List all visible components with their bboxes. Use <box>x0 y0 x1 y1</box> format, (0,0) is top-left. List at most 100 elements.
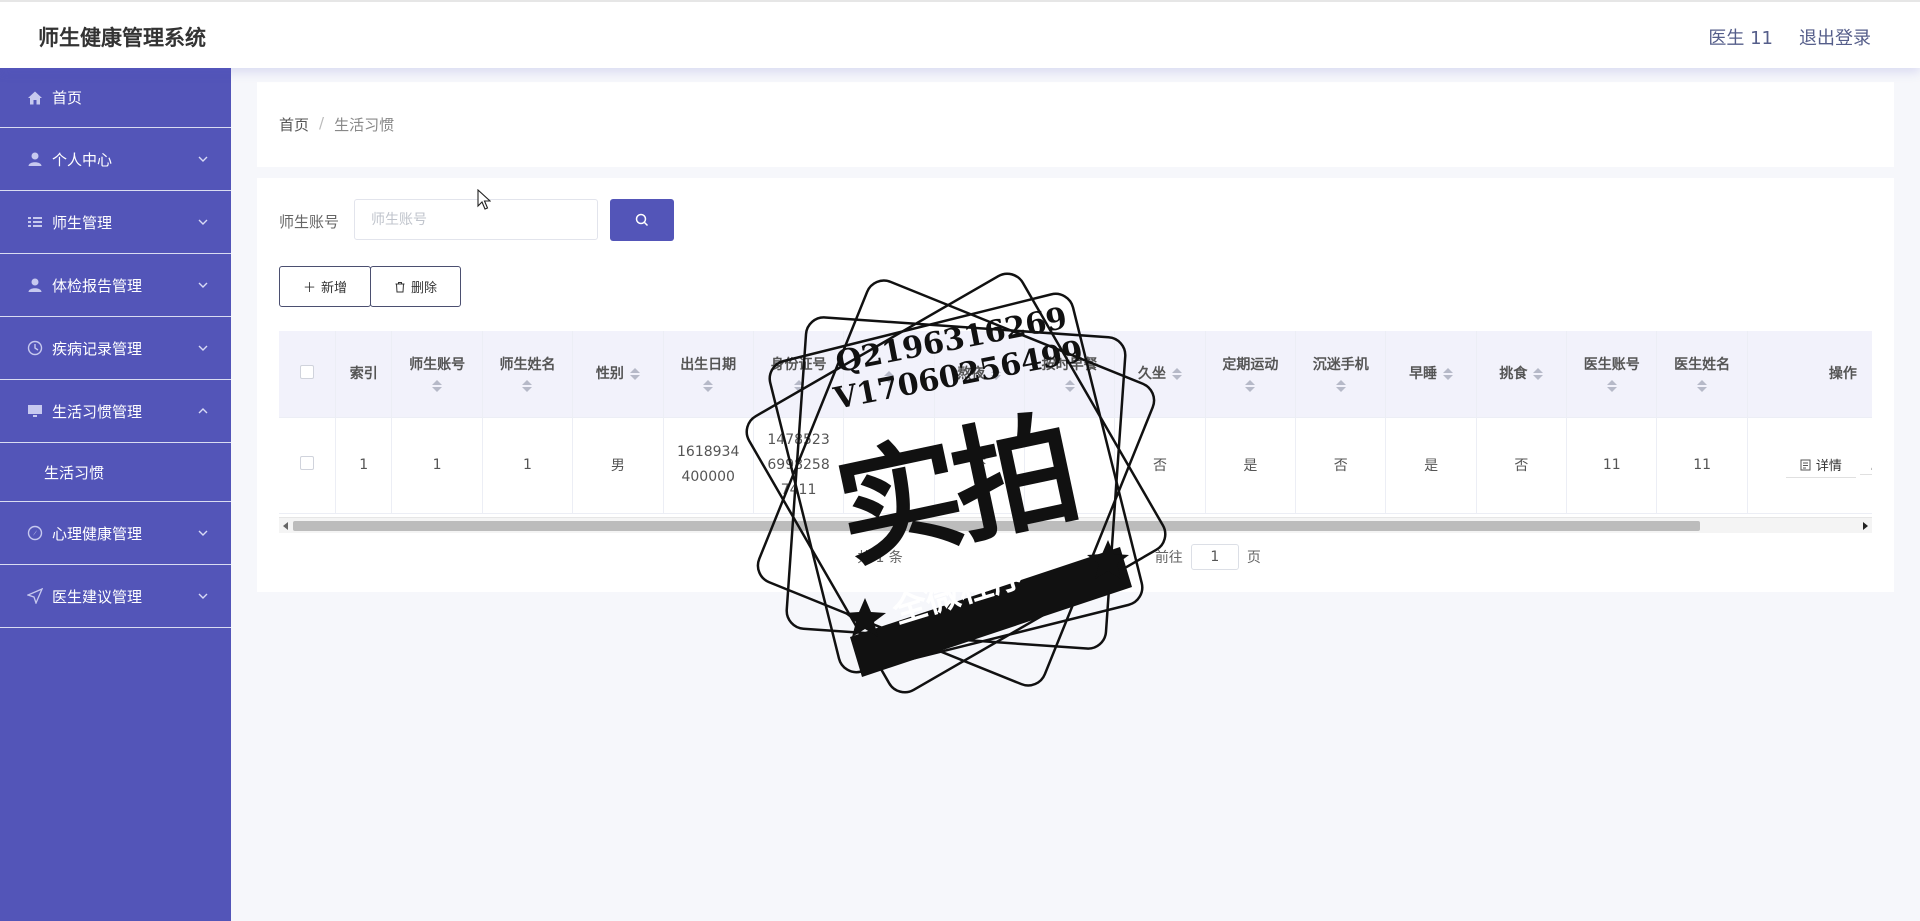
sort-icon[interactable] <box>793 379 804 392</box>
chevron-down-icon <box>198 345 208 351</box>
row-select-cell <box>279 417 336 514</box>
sort-icon[interactable] <box>883 370 894 383</box>
column-header[interactable]: 身份证号 <box>753 331 845 418</box>
cell-text: 1618934 <box>677 444 740 460</box>
cell-text: 1478523 <box>767 431 830 448</box>
sidebar-item-label: 医生建议管理 <box>52 587 143 606</box>
sort-icon[interactable] <box>1697 379 1708 392</box>
sidebar-item-disease-records[interactable]: 疾病记录管理 <box>0 317 231 380</box>
chevron-up-icon <box>198 408 208 414</box>
column-header[interactable]: 医生账号 <box>1566 331 1658 418</box>
page-jump-input[interactable] <box>1190 544 1239 570</box>
cell-gender: 男 <box>572 417 664 514</box>
column-header[interactable]: 挑食 <box>1476 331 1568 418</box>
sort-icon[interactable] <box>991 367 1002 380</box>
edit-button[interactable] <box>1860 456 1872 475</box>
column-label: 操作 <box>1828 365 1857 382</box>
scroll-right-icon[interactable] <box>1863 522 1868 530</box>
cell-sedentary: 否 <box>1114 417 1206 514</box>
cell-doctor-account: 11 <box>1566 417 1658 514</box>
column-header[interactable]: 出生日期 <box>663 331 754 418</box>
main-card: 师生账号 ＋ 新增 删除 索引 师生账号 师生姓名 性别 <box>257 178 1894 592</box>
horizontal-scrollbar[interactable] <box>279 517 1872 533</box>
column-header[interactable]: 熬夜 <box>934 331 1025 418</box>
sidebar-item-label: 体检报告管理 <box>52 276 143 295</box>
add-button[interactable]: ＋ 新增 <box>279 266 371 307</box>
current-user[interactable]: 医生 11 <box>1708 24 1773 50</box>
column-label: 医生姓名 <box>1674 356 1731 373</box>
column-header[interactable]: 性别 <box>572 331 664 418</box>
cell-text: 6998258 <box>767 456 830 473</box>
chevron-down-icon <box>198 530 208 536</box>
sort-icon[interactable] <box>629 367 640 380</box>
sort-icon[interactable] <box>703 379 714 392</box>
sort-icon[interactable] <box>1335 379 1346 392</box>
select-all-checkbox[interactable] <box>299 364 314 379</box>
next-page-icon[interactable] <box>1110 552 1117 562</box>
column-header[interactable]: 师生姓名 <box>482 331 574 418</box>
column-header[interactable]: 按时早餐 <box>1024 331 1116 418</box>
clock-icon <box>27 340 43 356</box>
column-header[interactable]: 师生账号 <box>391 331 483 418</box>
select-all-cell <box>279 331 336 418</box>
cell-text: 7411 <box>780 481 817 498</box>
pagination-total: 共 1 条 <box>857 550 903 566</box>
breadcrumb-current: 生活习惯 <box>334 116 395 134</box>
mouse-cursor-icon <box>477 189 491 210</box>
cell-birth-date: 1618934 400000 <box>663 417 754 514</box>
sort-icon[interactable] <box>432 379 443 392</box>
sort-icon[interactable] <box>1533 367 1544 380</box>
sort-icon[interactable] <box>1171 367 1182 380</box>
cell-doctor-name: 11 <box>1656 417 1748 514</box>
table-header-row: 索引 师生账号 师生姓名 性别 出生日期 身份证号 熬夜 按时早餐 久坐 定期运… <box>279 331 1872 418</box>
cell-picky-eating: 否 <box>1476 417 1568 514</box>
sort-icon[interactable] <box>1064 379 1075 392</box>
table-row[interactable]: 1 1 1 男 1618934 400000 1478523 6998258 7411… <box>279 417 1872 514</box>
column-header[interactable]: 定期运动 <box>1205 331 1297 418</box>
column-header[interactable]: 沉迷手机 <box>1295 331 1387 418</box>
sidebar-subitem-lifestyle[interactable]: 生活习惯 <box>0 443 231 502</box>
sidebar-item-lifestyle-habits[interactable]: 生活习惯管理 <box>0 380 231 443</box>
chevron-down-icon <box>198 219 208 225</box>
add-button-label: 新增 <box>321 281 348 296</box>
breadcrumb: 首页 / 生活习惯 <box>279 114 394 135</box>
search-icon <box>635 213 649 227</box>
breadcrumb-card: 首页 / 生活习惯 <box>257 82 1894 167</box>
column-header: 操作 <box>1747 331 1872 418</box>
cell-stay-up: 否 <box>934 417 1025 514</box>
column-header[interactable]: 医生姓名 <box>1656 331 1748 418</box>
sort-icon[interactable] <box>1443 367 1454 380</box>
column-label: 定期运动 <box>1222 356 1279 373</box>
detail-button[interactable]: 详情 <box>1785 452 1856 478</box>
logout-link[interactable]: 退出登录 <box>1799 24 1871 50</box>
sort-icon[interactable] <box>1606 379 1617 392</box>
search-input[interactable] <box>354 199 598 240</box>
column-label: 挑食 <box>1499 365 1528 382</box>
search-button[interactable] <box>610 199 674 241</box>
sidebar: 首页 个人中心 师生管理 体检报告管理 疾病记录管理 生活习惯管理 生活习惯 心… <box>0 68 231 921</box>
sidebar-item-doctor-advice[interactable]: 医生建议管理 <box>0 565 231 628</box>
row-checkbox[interactable] <box>299 456 314 470</box>
sort-icon[interactable] <box>1245 379 1256 392</box>
sort-icon[interactable] <box>522 379 533 392</box>
column-label: 师生账号 <box>409 356 466 373</box>
chevron-down-icon <box>198 282 208 288</box>
sidebar-item-teacher-student[interactable]: 师生管理 <box>0 191 231 254</box>
sidebar-item-personal-center[interactable]: 个人中心 <box>0 128 231 191</box>
cell-sleep-early: 是 <box>1385 417 1477 514</box>
breadcrumb-home[interactable]: 首页 <box>279 114 309 135</box>
sidebar-item-home[interactable]: 首页 <box>0 68 231 128</box>
column-header[interactable]: 早睡 <box>1385 331 1477 418</box>
scroll-left-icon[interactable] <box>283 522 288 530</box>
column-label: 索引 <box>349 365 378 382</box>
detail-button-label: 详情 <box>1815 459 1842 474</box>
scrollbar-thumb[interactable] <box>293 521 1700 531</box>
sidebar-item-mental-health[interactable]: 心理健康管理 <box>0 502 231 565</box>
delete-button[interactable]: 删除 <box>370 266 461 307</box>
column-header[interactable] <box>843 331 935 418</box>
chevron-down-icon <box>198 156 208 162</box>
user-icon <box>27 277 43 293</box>
column-header[interactable]: 久坐 <box>1114 331 1206 418</box>
sidebar-item-checkup-report[interactable]: 体检报告管理 <box>0 254 231 317</box>
breadcrumb-separator: / <box>319 114 325 132</box>
